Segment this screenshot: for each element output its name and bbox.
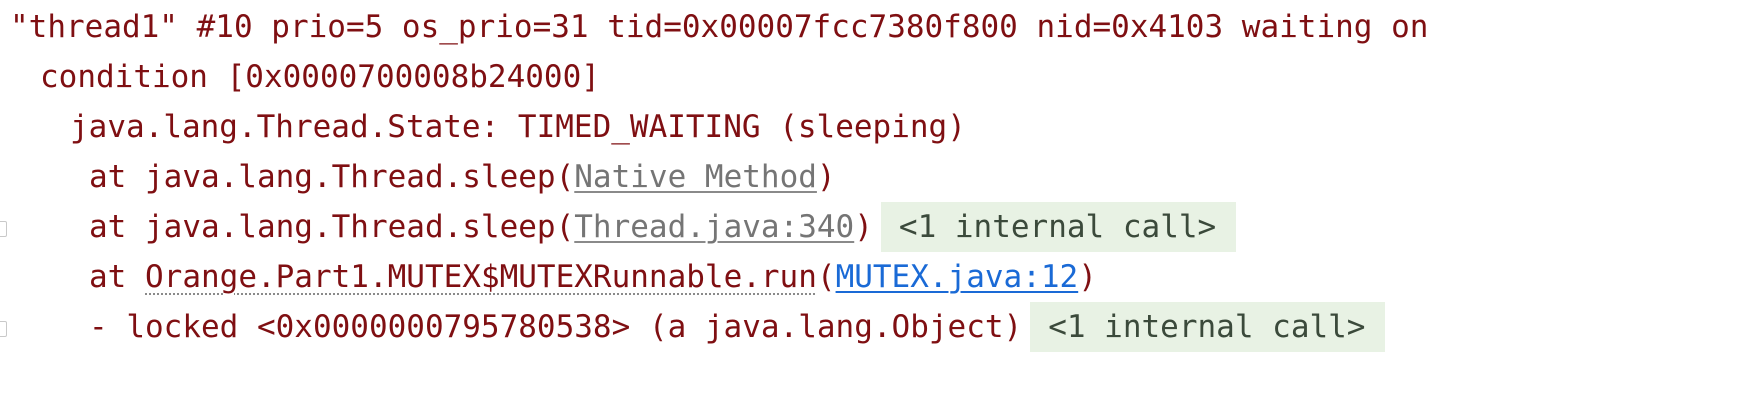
stack-frame: at java.lang.Thread.sleep(Native Method) <box>0 152 836 202</box>
thread-state-text: java.lang.Thread.State: TIMED_WAITING (s… <box>70 109 966 145</box>
stack-frame-close-paren: ) <box>816 159 836 195</box>
stack-frame: at Orange.Part1.MUTEX$MUTEXRunnable.run(… <box>0 252 1097 302</box>
stack-frame-close-paren: ) <box>1078 259 1097 295</box>
source-link-mutex-java[interactable]: MUTEX.java:12 <box>836 259 1079 295</box>
folded-internal-calls[interactable]: <1 internal call> <box>1030 302 1386 352</box>
stack-frame-method: at java.lang.Thread.sleep( <box>89 209 575 245</box>
thread-header-text: "thread1" #10 prio=5 os_prio=31 tid=0x00… <box>10 9 1429 45</box>
source-link-native-method[interactable]: Native Method <box>574 159 817 195</box>
thread-condition-text: condition [0x0000700008b24000] <box>40 59 600 95</box>
thread-header-continuation: condition [0x0000700008b24000] <box>0 52 600 102</box>
stack-frame-method-link[interactable]: Orange.Part1.MUTEX$MUTEXRunnable.run <box>145 259 817 295</box>
lock-text: - locked <0x0000000795780538> (a java.la… <box>89 309 1023 345</box>
lock-line: - locked <0x0000000795780538> (a java.la… <box>0 302 1386 352</box>
source-link-thread-java[interactable]: Thread.java:340 <box>574 209 854 245</box>
folded-internal-calls[interactable]: <1 internal call> <box>880 202 1237 252</box>
thread-header-line: "thread1" #10 prio=5 os_prio=31 tid=0x00… <box>0 2 1428 52</box>
stack-frame-close-paren: ) <box>854 209 873 245</box>
stack-frame-at: at <box>89 259 145 295</box>
thread-state-line: java.lang.Thread.State: TIMED_WAITING (s… <box>0 102 966 152</box>
stack-frame-method: at java.lang.Thread.sleep( <box>89 159 575 195</box>
stack-frame: at java.lang.Thread.sleep(Thread.java:34… <box>0 202 1237 252</box>
stack-frame-open-paren: ( <box>816 259 836 295</box>
